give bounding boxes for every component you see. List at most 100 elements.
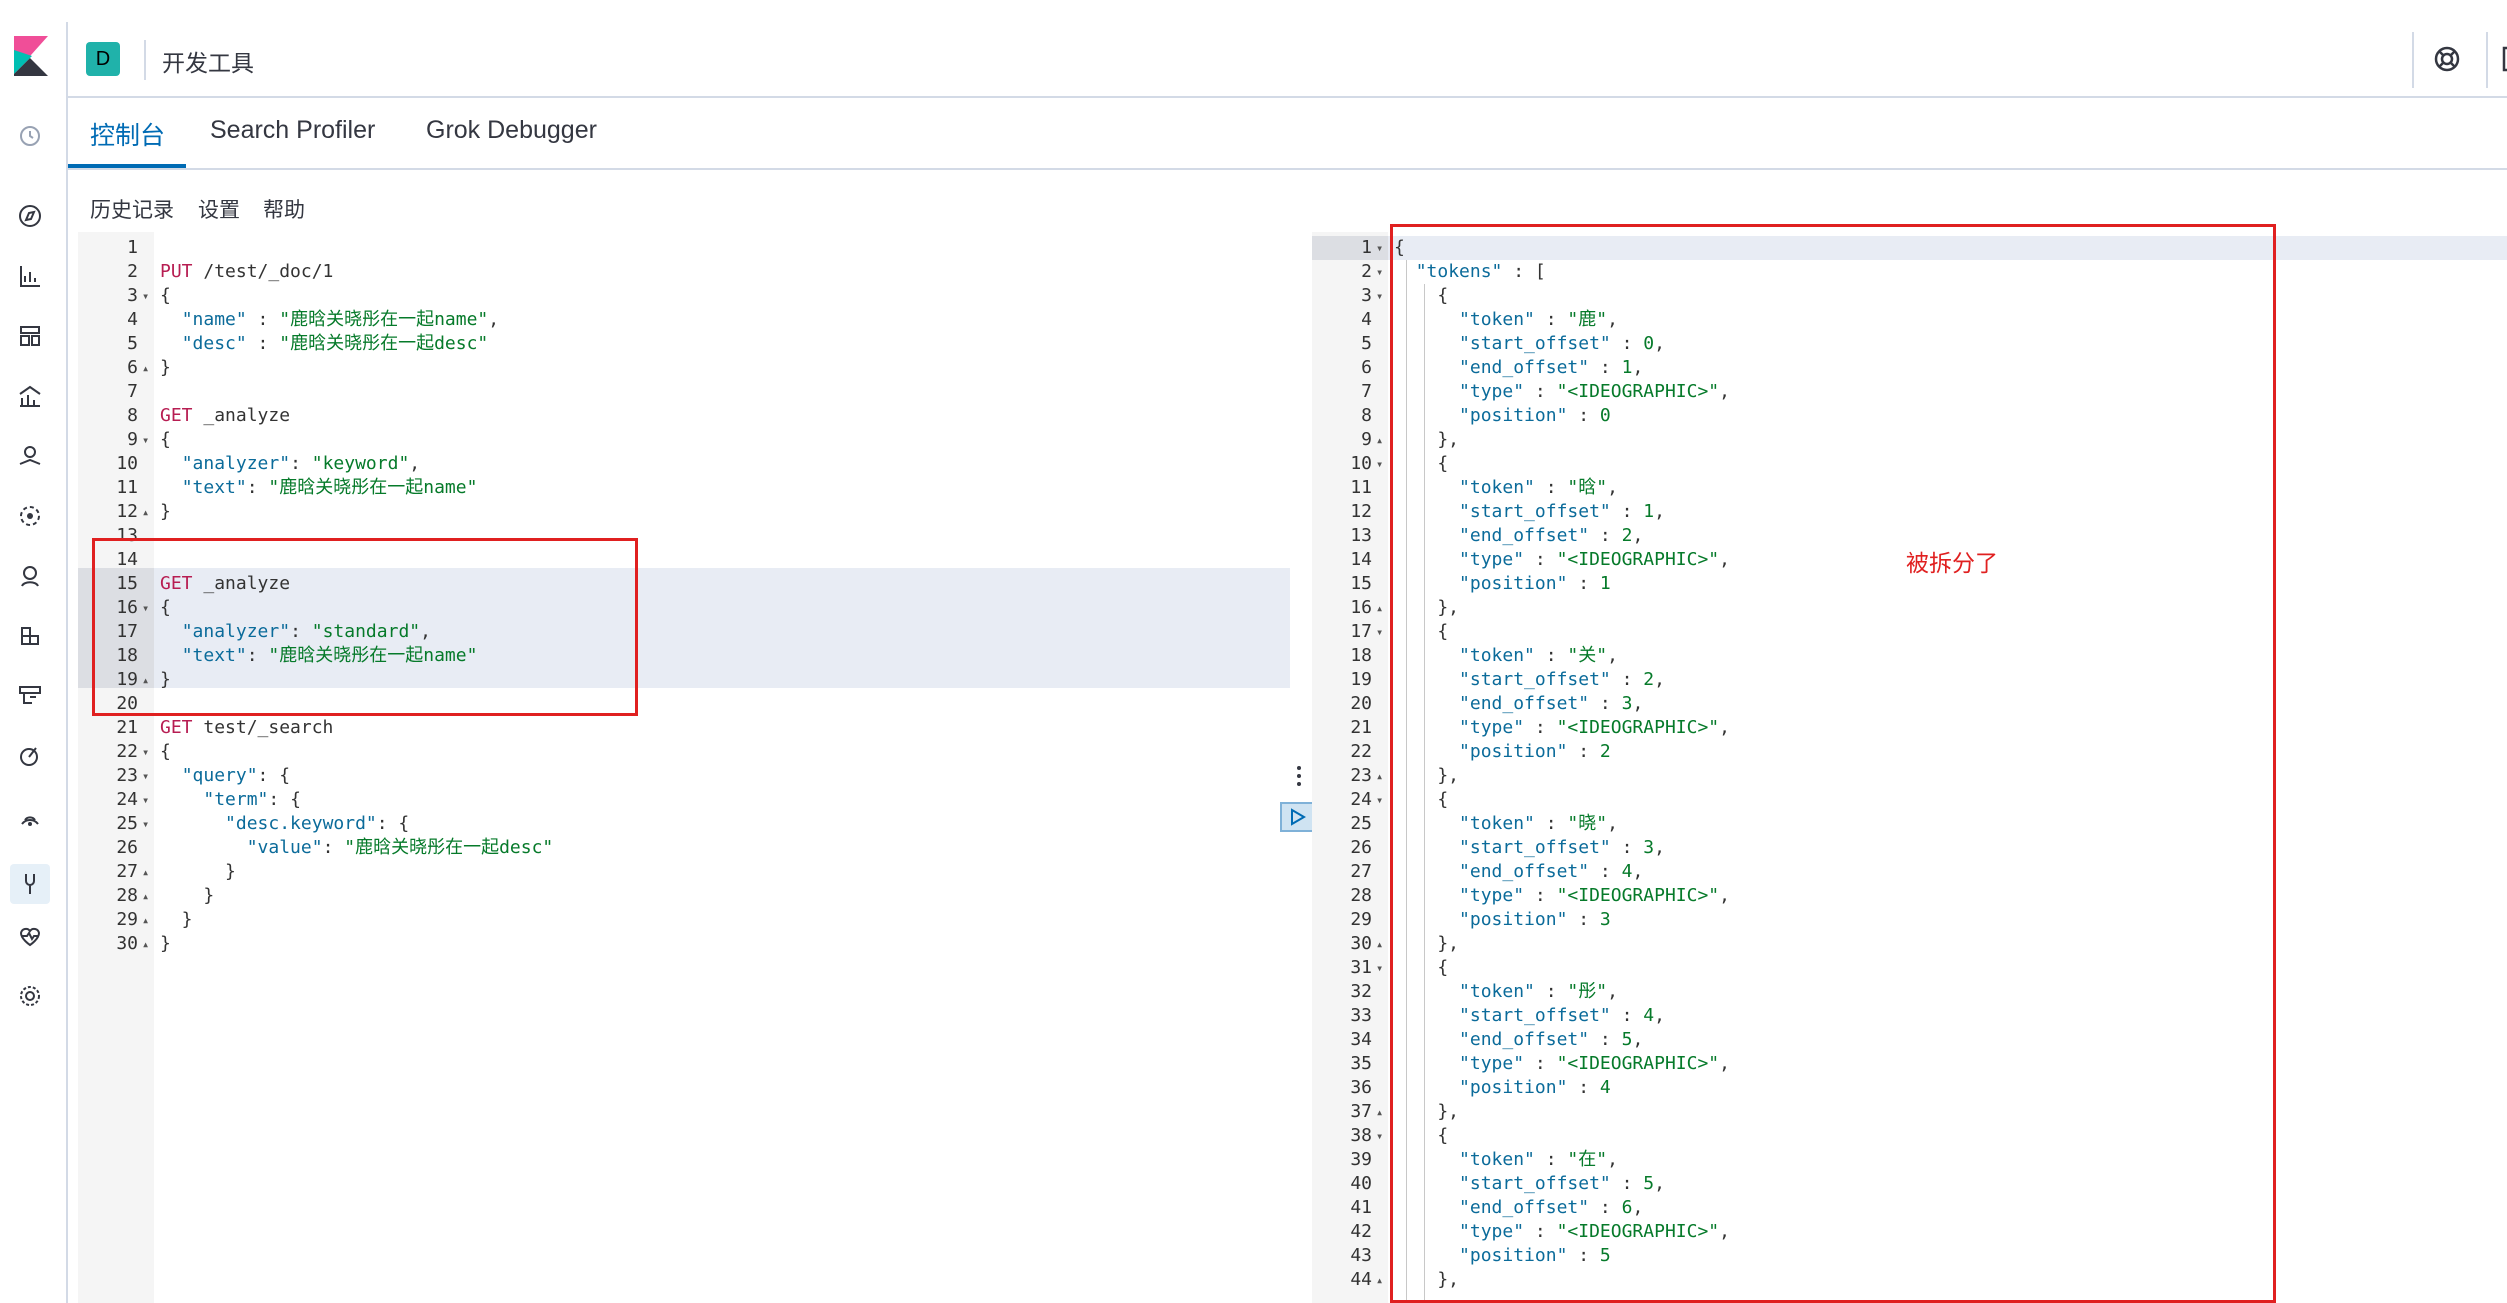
line-number: 24 (116, 789, 138, 810)
apm-icon[interactable] (14, 740, 46, 772)
code-text: } (160, 884, 214, 908)
fold-toggle-icon[interactable]: ▾ (1376, 452, 1383, 476)
line-number: 25 (1350, 813, 1372, 834)
settings-link[interactable]: 设置 (198, 194, 240, 224)
compass-icon[interactable] (14, 200, 46, 232)
help-icon[interactable] (2432, 44, 2462, 74)
devtools-icon[interactable] (10, 864, 50, 904)
line-number: 12 (1350, 501, 1372, 522)
fold-toggle-icon[interactable]: ▴ (142, 860, 149, 884)
fold-toggle-icon[interactable]: ▾ (142, 788, 149, 812)
chart-icon[interactable] (14, 260, 46, 292)
fold-toggle-icon[interactable]: ▾ (142, 284, 149, 308)
code-text: "desc" : "鹿晗关晓彤在一起desc" (160, 332, 489, 356)
code-line: 7 (78, 380, 1290, 404)
fold-toggle-icon[interactable]: ▾ (1376, 956, 1383, 980)
line-number: 29 (116, 909, 138, 930)
line-number: 15 (1350, 573, 1372, 594)
infra-icon[interactable] (14, 620, 46, 652)
line-number: 34 (1350, 1029, 1372, 1050)
monitoring-icon[interactable] (14, 920, 46, 952)
header-divider (144, 40, 146, 80)
code-token: } (160, 861, 236, 882)
code-text: "term": { (160, 788, 301, 812)
code-token: "desc.keyword" (225, 813, 377, 834)
fold-toggle-icon[interactable]: ▾ (142, 812, 149, 836)
fold-toggle-icon[interactable]: ▾ (142, 428, 149, 452)
fold-toggle-icon[interactable]: ▾ (1376, 620, 1383, 644)
fold-toggle-icon[interactable]: ▴ (1376, 1268, 1383, 1292)
fold-toggle-icon[interactable]: ▾ (1376, 260, 1383, 284)
fold-toggle-icon[interactable]: ▾ (142, 740, 149, 764)
code-token: } (160, 933, 171, 954)
fold-toggle-icon[interactable]: ▾ (1376, 284, 1383, 308)
tab-selected-indicator (68, 164, 186, 168)
canvas-icon[interactable] (14, 380, 46, 412)
line-number: 23 (1350, 765, 1372, 786)
line-number: 1 (1361, 237, 1372, 258)
send-request-button[interactable] (1280, 802, 1316, 832)
line-number: 33 (1350, 1005, 1372, 1026)
fold-toggle-icon[interactable]: ▴ (142, 500, 149, 524)
line-number: 8 (1361, 405, 1372, 426)
code-line: 12 ▴} (78, 500, 1290, 524)
mail-icon[interactable] (2502, 46, 2507, 72)
clock-icon[interactable] (14, 120, 46, 152)
fold-toggle-icon[interactable]: ▾ (1376, 1124, 1383, 1148)
fold-toggle-icon[interactable]: ▾ (142, 764, 149, 788)
kibana-logo-icon[interactable] (14, 36, 48, 76)
fold-toggle-icon[interactable]: ▴ (142, 908, 149, 932)
code-line: 5 "desc" : "鹿晗关晓彤在一起desc" (78, 332, 1290, 356)
tab-console[interactable]: 控制台 (90, 116, 165, 152)
line-number: 16 (1350, 597, 1372, 618)
fold-toggle-icon[interactable]: ▴ (1376, 1100, 1383, 1124)
history-link[interactable]: 历史记录 (90, 194, 174, 224)
logs-icon[interactable] (14, 680, 46, 712)
fold-toggle-icon[interactable]: ▴ (142, 884, 149, 908)
uptime-icon[interactable] (14, 800, 46, 832)
fold-toggle-icon[interactable]: ▴ (1376, 428, 1383, 452)
code-token: } (160, 357, 171, 378)
code-token: : (246, 333, 280, 354)
line-number: 41 (1350, 1197, 1372, 1218)
fold-toggle-icon[interactable]: ▾ (1376, 236, 1383, 260)
line-number: 11 (1350, 477, 1372, 498)
line-number: 2 (127, 261, 138, 282)
fold-toggle-icon[interactable]: ▾ (1376, 788, 1383, 812)
fold-toggle-icon[interactable]: ▴ (1376, 596, 1383, 620)
dashboard-icon[interactable] (14, 320, 46, 352)
fold-toggle-icon[interactable]: ▴ (1376, 764, 1383, 788)
line-number: 28 (116, 885, 138, 906)
line-number: 3 (1361, 285, 1372, 306)
code-text: PUT /test/_doc/1 (160, 260, 333, 284)
help-link[interactable]: 帮助 (263, 194, 305, 224)
request-editor[interactable]: 1 2 PUT /test/_doc/1 3 ▾{4 "name" : "鹿晗关晓彤在一… (78, 232, 1345, 1303)
code-token: { (160, 285, 171, 306)
ml-icon[interactable] (14, 500, 46, 532)
graph-icon[interactable] (14, 560, 46, 592)
code-line: 4 "name" : "鹿晗关晓彤在一起name", (78, 308, 1290, 332)
line-number: 14 (1350, 549, 1372, 570)
line-number: 19 (1350, 669, 1372, 690)
breadcrumb: 开发工具 (162, 50, 254, 76)
pane-resizer-handle[interactable] (1296, 764, 1302, 788)
fold-toggle-icon[interactable]: ▴ (142, 932, 149, 956)
tab-grok-debugger[interactable]: Grok Debugger (426, 116, 597, 145)
code-line: 11 "text": "鹿晗关晓彤在一起name" (78, 476, 1290, 500)
tab-search-profiler[interactable]: Search Profiler (210, 116, 375, 145)
fold-toggle-icon[interactable]: ▴ (142, 356, 149, 380)
maps-icon[interactable] (14, 440, 46, 472)
code-token: , (488, 309, 500, 330)
fold-toggle-icon[interactable]: ▴ (1376, 932, 1383, 956)
line-number: 24 (1350, 789, 1372, 810)
red-highlight-box-request (92, 538, 638, 716)
code-line: 21 GET test/_search (78, 716, 1290, 740)
line-number: 28 (1350, 885, 1372, 906)
space-avatar[interactable]: D (86, 42, 120, 76)
line-number: 27 (116, 861, 138, 882)
code-text: { (160, 428, 171, 452)
gear-icon[interactable] (14, 980, 46, 1012)
